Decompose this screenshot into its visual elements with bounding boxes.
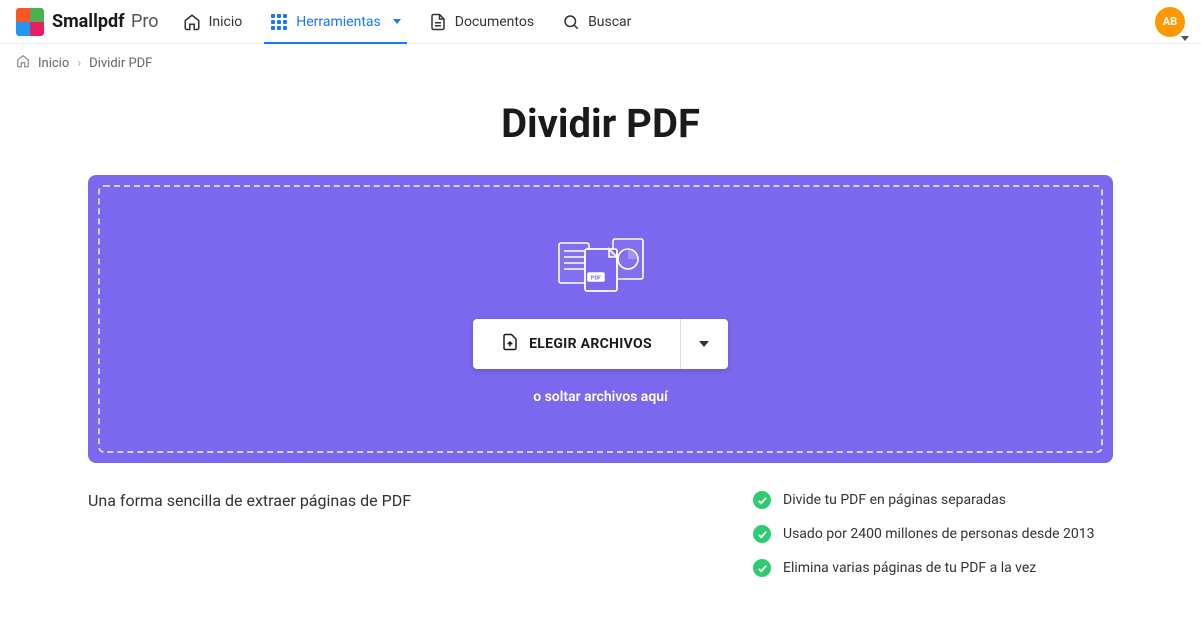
logo-icon — [16, 8, 44, 36]
document-icon — [429, 13, 447, 31]
feature-text: Usado por 2400 millones de personas desd… — [783, 526, 1095, 542]
feature-item: Divide tu PDF en páginas separadas — [753, 491, 1113, 509]
breadcrumb-separator: › — [77, 56, 81, 71]
choose-files-button[interactable]: ELEGIR ARCHIVOS — [473, 319, 680, 369]
header: Smallpdf Pro Inicio Herramientas Documen… — [0, 0, 1201, 44]
file-dropzone[interactable]: PDF ELEGIR ARCHIVOS o soltar archivos aq… — [88, 175, 1113, 463]
feature-text: Divide tu PDF en páginas separadas — [783, 492, 1006, 508]
features-list: Divide tu PDF en páginas separadas Usado… — [753, 491, 1113, 593]
breadcrumb-current: Dividir PDF — [89, 56, 152, 71]
check-icon — [753, 491, 771, 509]
nav-home-label: Inicio — [209, 14, 243, 30]
brand-text: Smallpdf Pro — [52, 11, 159, 32]
user-menu[interactable]: AB — [1155, 7, 1185, 37]
nav-documents[interactable]: Documentos — [429, 1, 534, 43]
home-icon — [183, 13, 201, 31]
check-icon — [753, 525, 771, 543]
page-title: Dividir PDF — [88, 100, 1113, 147]
breadcrumb-home[interactable]: Inicio — [38, 56, 69, 71]
choose-files-options-button[interactable] — [680, 319, 728, 369]
files-illustration-icon: PDF — [555, 233, 647, 297]
nav-search[interactable]: Buscar — [562, 1, 631, 43]
check-icon — [753, 559, 771, 577]
main-nav: Inicio Herramientas Documentos Buscar — [183, 1, 1155, 43]
drop-hint: o soltar archivos aquí — [533, 389, 668, 405]
nav-search-label: Buscar — [588, 14, 631, 30]
main-content: Dividir PDF PDF — [0, 100, 1201, 633]
nav-home[interactable]: Inicio — [183, 1, 243, 43]
svg-text:PDF: PDF — [590, 276, 600, 282]
grid-icon — [270, 13, 288, 31]
chevron-down-icon — [393, 19, 401, 24]
upload-icon — [501, 333, 519, 355]
nav-documents-label: Documentos — [455, 14, 534, 30]
choose-files-group: ELEGIR ARCHIVOS — [473, 319, 728, 369]
avatar: AB — [1155, 7, 1185, 37]
feature-item: Elimina varias páginas de tu PDF a la ve… — [753, 559, 1113, 577]
nav-tools[interactable]: Herramientas — [270, 1, 401, 43]
brand-logo[interactable]: Smallpdf Pro — [16, 8, 159, 36]
chevron-down-icon — [699, 341, 709, 347]
search-icon — [562, 13, 580, 31]
feature-item: Usado por 2400 millones de personas desd… — [753, 525, 1113, 543]
home-icon — [16, 54, 30, 72]
choose-files-label: ELEGIR ARCHIVOS — [529, 336, 652, 352]
chevron-down-icon — [1181, 36, 1189, 41]
page-subtitle: Una forma sencilla de extraer páginas de… — [88, 491, 713, 593]
feature-text: Elimina varias páginas de tu PDF a la ve… — [783, 560, 1036, 576]
nav-tools-label: Herramientas — [296, 14, 381, 30]
breadcrumb: Inicio › Dividir PDF — [0, 44, 1201, 82]
